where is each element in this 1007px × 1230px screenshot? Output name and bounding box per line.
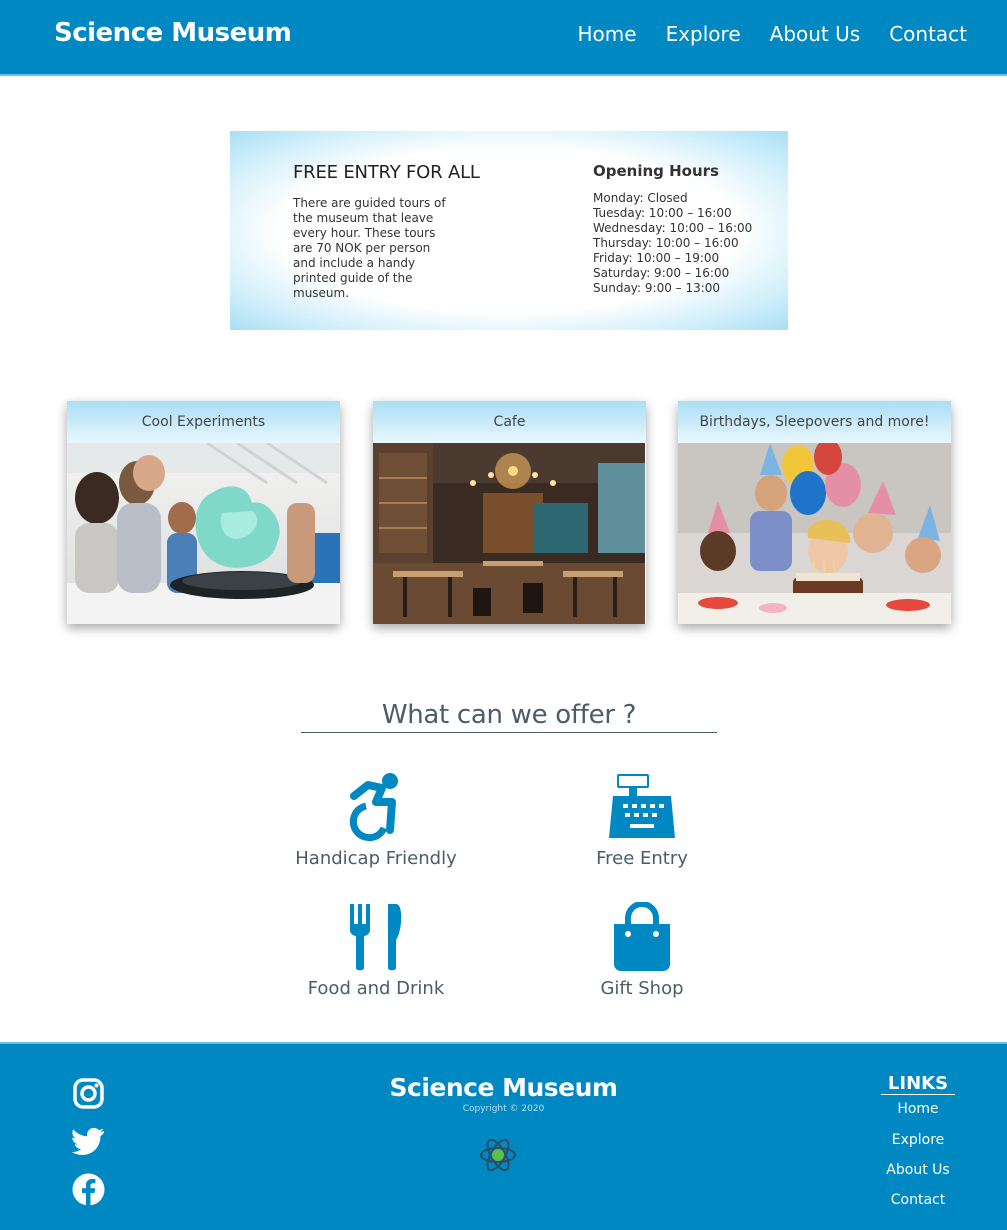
hours-thursday: Thursday: 10:00 – 16:00 [593, 236, 739, 250]
nav-explore-link[interactable]: Explore [666, 22, 741, 46]
tours-description: There are guided tours of the museum tha… [293, 196, 446, 300]
nav-contact-link[interactable]: Contact [889, 22, 967, 46]
feature-free-entry-label: Free Entry [596, 848, 688, 869]
footer-about-link[interactable]: About Us [858, 1162, 978, 1178]
main-nav: Home Explore About Us Contact [578, 22, 967, 46]
atom-logo-icon [480, 1138, 516, 1172]
site-header: Science Museum Home Explore About Us Con… [0, 0, 1007, 76]
accessibility-icon [349, 773, 398, 842]
feature-gift-shop: Gift Shop [542, 902, 742, 999]
nav-about-link[interactable]: About Us [770, 22, 861, 46]
utensils-icon [350, 904, 402, 971]
footer-links-underline [881, 1094, 955, 1095]
birthdays-card[interactable]: Birthdays, Sleepovers and more! [678, 401, 951, 624]
footer-explore-link[interactable]: Explore [858, 1132, 978, 1148]
shopping-bag-icon [614, 902, 670, 971]
hours-wednesday: Wednesday: 10:00 – 16:00 [593, 221, 753, 235]
feature-food-drink-label: Food and Drink [307, 978, 445, 999]
feature-free-entry: Free Entry [542, 772, 742, 869]
footer-brand: Science Museum [389, 1073, 619, 1102]
experiments-image [67, 443, 340, 624]
cafe-card[interactable]: Cafe [373, 401, 646, 624]
opening-hours-list: Monday: Closed Tuesday: 10:00 – 16:00 We… [593, 191, 752, 296]
footer-links-heading: LINKS [887, 1073, 949, 1094]
hours-friday: Friday: 10:00 – 19:00 [593, 251, 720, 265]
birthdays-card-title: Birthdays, Sleepovers and more! [678, 401, 951, 443]
feature-handicap-label: Handicap Friendly [295, 848, 457, 869]
free-entry-heading: FREE ENTRY FOR ALL [293, 162, 480, 183]
nav-home-link[interactable]: Home [578, 22, 637, 46]
twitter-icon[interactable] [72, 1125, 105, 1158]
birthday-party-image [678, 443, 951, 624]
footer-contact-link[interactable]: Contact [858, 1192, 978, 1208]
experiments-card[interactable]: Cool Experiments [67, 401, 340, 624]
site-brand[interactable]: Science Museum [54, 18, 292, 48]
cafe-image [373, 443, 646, 624]
page: Science Museum Home Explore About Us Con… [0, 0, 1007, 1230]
hours-monday: Monday: Closed [593, 191, 688, 205]
site-footer: Science Museum Copyright © 2020 LINKS Ho… [0, 1042, 1007, 1230]
offer-heading: What can we offer ? [381, 700, 637, 730]
opening-hours-heading: Opening Hours [593, 162, 719, 180]
footer-copyright: Copyright © 2020 [462, 1104, 545, 1114]
facebook-icon[interactable] [72, 1173, 105, 1206]
feature-handicap: Handicap Friendly [276, 772, 476, 869]
offer-heading-underline [301, 732, 717, 733]
hours-sunday: Sunday: 9:00 – 13:00 [593, 281, 721, 295]
hours-tuesday: Tuesday: 10:00 – 16:00 [593, 206, 732, 220]
feature-gift-shop-label: Gift Shop [600, 978, 684, 999]
footer-home-link[interactable]: Home [858, 1101, 978, 1117]
hours-saturday: Saturday: 9:00 – 16:00 [593, 266, 730, 280]
info-box: FREE ENTRY FOR ALL There are guided tour… [230, 131, 788, 330]
cash-register-icon [609, 774, 675, 838]
feature-food-drink: Food and Drink [276, 902, 476, 999]
experiments-card-title: Cool Experiments [67, 401, 340, 443]
cafe-card-title: Cafe [373, 401, 646, 443]
